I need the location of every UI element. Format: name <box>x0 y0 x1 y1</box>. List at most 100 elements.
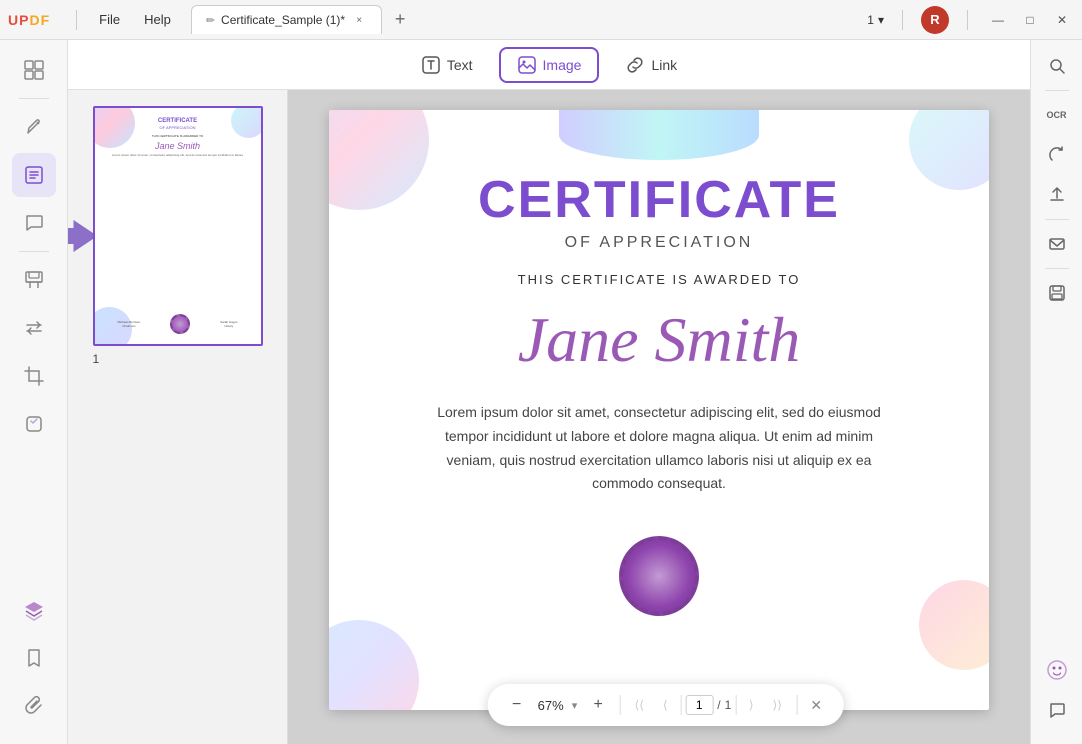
sidebar-icon-fill-sign[interactable] <box>12 105 56 149</box>
edit-toolbar: Text Image Link <box>68 40 1030 90</box>
page-nav-title[interactable]: 1 ▾ <box>867 13 884 27</box>
right-sep-2 <box>1045 219 1069 220</box>
tab-edit-icon: ✏ <box>206 14 215 27</box>
thumbnail-wrapper: CERTIFICATE OF APPRECIATION THIS CERTIFI… <box>93 106 263 366</box>
toolbar-image-button[interactable]: Image <box>499 47 600 83</box>
thumbnail-panel: CERTIFICATE OF APPRECIATION THIS CERTIFI… <box>68 90 288 744</box>
sidebar-icon-crop[interactable] <box>12 354 56 398</box>
sidebar-sep-1 <box>19 98 49 99</box>
zoom-sep-1 <box>619 695 620 715</box>
bg-blob-tl <box>329 110 429 210</box>
tab-close-button[interactable]: × <box>351 12 367 28</box>
maximize-button[interactable]: □ <box>1018 8 1042 32</box>
thumb-sig2: Sarah Hayes Notary <box>220 320 237 328</box>
page-total-display: 1 <box>725 698 732 712</box>
sidebar-icon-protect[interactable] <box>12 258 56 302</box>
sidebar-icon-bookmark[interactable] <box>12 636 56 680</box>
thumb-page-number: 1 <box>93 352 263 366</box>
right-sidebar-bottom <box>1039 652 1075 736</box>
nav-last-button[interactable]: ⟩⟩ <box>766 694 788 716</box>
document-view[interactable]: CERTIFICATE OF APPRECIATION THIS CERTIFI… <box>288 90 1030 744</box>
right-save-button[interactable] <box>1039 275 1075 311</box>
thumb-body: Lorem ipsum dolor sit amet, consectetur … <box>108 154 247 158</box>
page-number-input[interactable] <box>685 695 713 715</box>
page-thumbnail[interactable]: CERTIFICATE OF APPRECIATION THIS CERTIFI… <box>93 106 263 346</box>
right-sep-1 <box>1045 90 1069 91</box>
right-sep-3 <box>1045 268 1069 269</box>
thumb-cert-sub: OF APPRECIATION <box>160 125 196 130</box>
thumb-name: Jane Smith <box>155 141 200 151</box>
nav-prev-button[interactable]: ⟨ <box>654 694 676 716</box>
minimize-button[interactable]: — <box>986 8 1010 32</box>
sidebar-icon-edit[interactable] <box>12 153 56 197</box>
page-sep: / <box>717 698 720 712</box>
cert-recipient-name: Jane Smith <box>518 303 801 377</box>
right-search-button[interactable] <box>1039 48 1075 84</box>
nav-first-button[interactable]: ⟨⟨ <box>628 694 650 716</box>
thumb-sig1: Michael Morrison Chairman <box>117 320 140 328</box>
zoom-sep-2 <box>680 695 681 715</box>
sep3 <box>967 10 968 30</box>
sidebar-icon-convert[interactable] <box>12 306 56 350</box>
sidebar-icon-stamp[interactable] <box>12 402 56 446</box>
app-logo: UPDF <box>8 12 50 28</box>
thumb-cert-title: CERTIFICATE <box>158 118 197 124</box>
menu-file[interactable]: File <box>87 8 132 31</box>
sep2 <box>902 10 903 30</box>
sidebar-bottom <box>12 588 56 736</box>
new-tab-button[interactable]: + <box>386 6 414 34</box>
right-email-button[interactable] <box>1039 226 1075 262</box>
right-ocr-button[interactable]: OCR <box>1039 97 1075 133</box>
user-avatar[interactable]: R <box>921 6 949 34</box>
close-button[interactable]: ✕ <box>1050 8 1074 32</box>
page-current-display: 1 <box>867 13 874 27</box>
content-area: CERTIFICATE OF APPRECIATION THIS CERTIFI… <box>68 90 1030 744</box>
zoom-out-button[interactable]: − <box>504 692 530 718</box>
menu-help[interactable]: Help <box>132 8 183 31</box>
right-export-button[interactable] <box>1039 177 1075 213</box>
sidebar-icon-organize[interactable] <box>12 48 56 92</box>
zoom-sep-3 <box>735 695 736 715</box>
page-dropdown-icon[interactable]: ▾ <box>878 13 884 27</box>
bg-blob-tr <box>909 110 989 190</box>
titlebar-separator <box>76 10 77 30</box>
titlebar-right: 1 ▾ R — □ ✕ <box>867 6 1074 34</box>
zoom-dropdown-button[interactable]: ▾ <box>572 699 578 712</box>
link-tool-icon <box>625 55 645 75</box>
sidebar-icon-comment[interactable] <box>12 201 56 245</box>
left-sidebar <box>0 40 68 744</box>
tab-name: Certificate_Sample (1)* <box>221 13 345 27</box>
bg-blob-br <box>919 580 989 670</box>
toolbar-text-label: Text <box>447 57 473 73</box>
sidebar-icon-attachment[interactable] <box>12 684 56 728</box>
zoom-bar: − 67% ▾ + ⟨⟨ ⟨ / 1 ⟩ ⟩⟩ <box>488 684 844 726</box>
tab-bar: ✏ Certificate_Sample (1)* × + <box>191 5 867 34</box>
right-sidebar: OCR <box>1030 40 1082 744</box>
bg-blob-bl <box>329 620 419 710</box>
text-tool-icon <box>421 55 441 75</box>
page-navigation: ⟨⟨ ⟨ / 1 ⟩ ⟩⟩ <box>628 694 788 716</box>
toolbar-link-button[interactable]: Link <box>607 47 695 83</box>
zoom-close-button[interactable]: ✕ <box>805 694 827 716</box>
thumb-footer: Michael Morrison Chairman Sarah Hayes No… <box>103 314 253 334</box>
toolbar-image-label: Image <box>543 57 582 73</box>
top-arc-decoration <box>559 110 759 160</box>
cert-awarded-text: THIS CERTIFICATE IS AWARDED TO <box>518 272 801 287</box>
right-ai-button[interactable] <box>1039 652 1075 688</box>
thumb-seal <box>170 314 190 334</box>
cert-subtitle: OF APPRECIATION <box>565 234 754 252</box>
titlebar: UPDF File Help ✏ Certificate_Sample (1)*… <box>0 0 1082 40</box>
main-area: Text Image Link <box>0 40 1082 744</box>
zoom-in-button[interactable]: + <box>585 692 611 718</box>
nav-next-button[interactable]: ⟩ <box>740 694 762 716</box>
toolbar-text-button[interactable]: Text <box>403 47 491 83</box>
image-tool-icon <box>517 55 537 75</box>
thumb-awarded: THIS CERTIFICATE IS AWARDED TO <box>152 134 203 138</box>
active-tab[interactable]: ✏ Certificate_Sample (1)* × <box>191 5 382 34</box>
right-rotate-button[interactable] <box>1039 137 1075 173</box>
cert-main-title: CERTIFICATE <box>478 170 840 230</box>
cert-seal-area <box>619 536 699 616</box>
right-chat-button[interactable] <box>1039 692 1075 728</box>
sidebar-icon-layers[interactable] <box>12 588 56 632</box>
zoom-level-display: 67% <box>538 698 564 713</box>
